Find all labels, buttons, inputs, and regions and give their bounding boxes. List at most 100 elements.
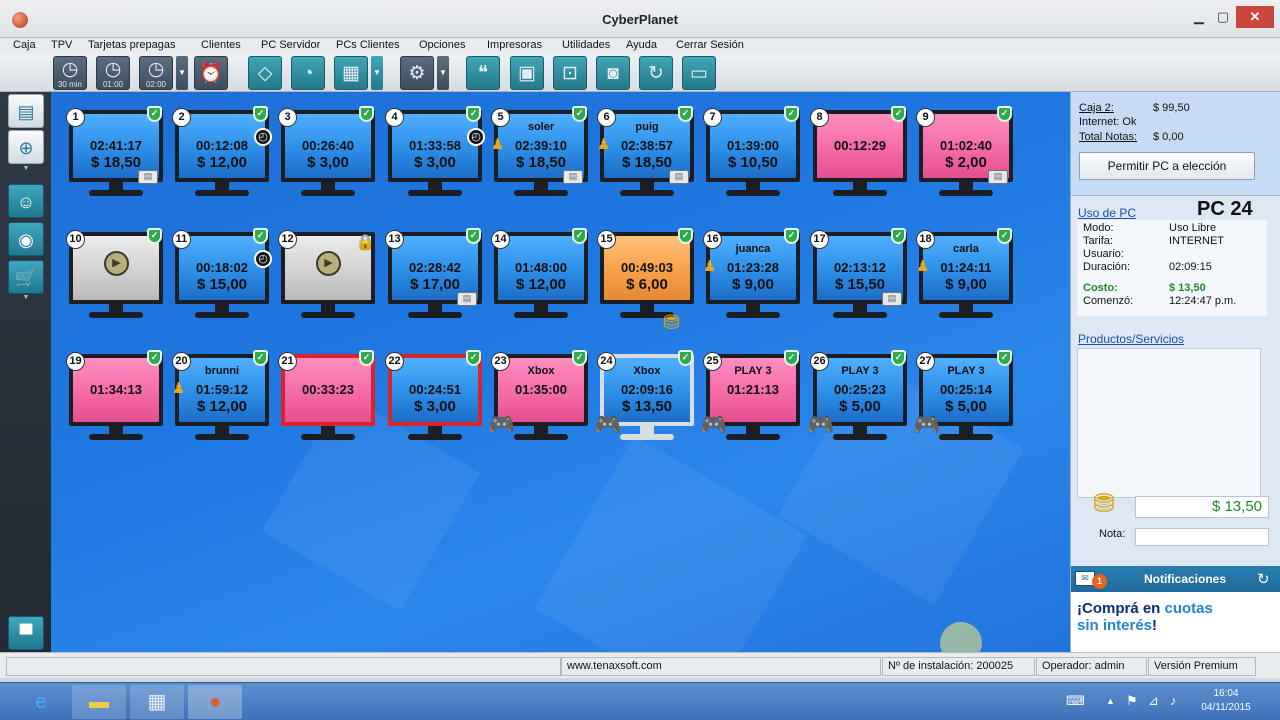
add-2h-button[interactable]: ◷ 02:00	[139, 56, 173, 90]
cart-button[interactable]: 🛒	[8, 260, 44, 294]
pc-monitor-8[interactable]: 8 ✓ 00:12:29	[810, 106, 907, 205]
volume-icon[interactable]: ♪	[1170, 693, 1177, 708]
client-button[interactable]: ☺	[8, 184, 44, 218]
pc-monitor-2[interactable]: 2 ✓ 00:12:08 $ 12,00 ◴	[172, 106, 272, 205]
monitor-button[interactable]: ▭	[682, 56, 716, 90]
close-button[interactable]: ✕	[1236, 6, 1274, 28]
expand-arrow-icon[interactable]: ▼	[8, 164, 44, 174]
chat-button[interactable]: ❝	[466, 56, 500, 90]
user-button[interactable]: ◉	[8, 222, 44, 256]
menu-cerrar-sesion[interactable]: Cerrar Sesión	[676, 39, 744, 51]
pc-monitor-6[interactable]: 6 ✓ puig 02:38:57 $ 18,50 ▤ ♟	[597, 106, 694, 205]
menu-pc-servidor[interactable]: PC Servidor	[261, 39, 320, 51]
menu-impresoras[interactable]: Impresoras	[487, 39, 542, 51]
pc-monitor-10[interactable]: 10 ✓ ▶	[66, 228, 163, 327]
pc-cost: $ 6,00	[626, 276, 668, 293]
pc-monitor-14[interactable]: 14 ✓ 01:48:00 $ 12,00	[491, 228, 588, 327]
expand-arrow-icon[interactable]: ▼	[8, 293, 44, 303]
pc-monitor-21[interactable]: 21 ✓ 00:33:23	[278, 350, 375, 449]
pc-monitor-23[interactable]: 23 ✓ Xbox 01:35:00 🎮	[488, 350, 588, 449]
pc-monitor-26[interactable]: 26 ✓ PLAY 3 00:25:23 $ 5,00 🎮	[807, 350, 907, 449]
pc-monitor-3[interactable]: 3 ✓ 00:26:40 $ 3,00	[278, 106, 375, 205]
network-app-icon[interactable]: ▦	[130, 685, 184, 719]
gamepad-icon: 🎮	[913, 412, 941, 437]
play-icon[interactable]: ▶	[104, 251, 129, 276]
pc-monitor-5[interactable]: 5 ✓ soler 02:39:10 $ 18,50 ▤ ♟	[491, 106, 588, 205]
caja-link[interactable]: Caja 2:	[1079, 102, 1114, 114]
pc-monitor-17[interactable]: 17 ✓ 02:13:12 $ 15,50 ▤	[810, 228, 907, 327]
menu-opciones[interactable]: Opciones	[419, 39, 465, 51]
nota-input[interactable]	[1135, 528, 1269, 546]
ticket-button[interactable]: ◇	[248, 56, 282, 90]
pc-monitor-16[interactable]: 16 ✓ juanca 01:23:28 $ 9,00 ♟	[703, 228, 800, 327]
restart-pc-button[interactable]: ↻	[639, 56, 673, 90]
pc-monitor-20[interactable]: 20 ✓ brunni 01:59:12 $ 12,00 ♟	[172, 350, 269, 449]
settings-dropdown-button[interactable]: ▼	[437, 56, 449, 90]
menu-utilidades[interactable]: Utilidades	[562, 39, 610, 51]
action-center-flag-icon[interactable]: ⚑	[1126, 693, 1138, 709]
pc-monitor-9[interactable]: 9 ✓ 01:02:40 $ 2,00 ▤	[916, 106, 1013, 205]
calculator-dropdown-button[interactable]: ▼	[371, 56, 383, 90]
total-notas-link[interactable]: Total Notas:	[1079, 131, 1137, 143]
taskbar-clock[interactable]: 16:04 04/11/2015	[1196, 687, 1256, 715]
statistics-button[interactable]: ◔	[291, 56, 325, 90]
add-product-button[interactable]: ⊕	[8, 130, 44, 164]
pc-monitor-11[interactable]: 11 ✓ 00:18:02 $ 15,00 ◴	[172, 228, 272, 327]
pc-cost: $ 3,00	[414, 398, 456, 415]
file-explorer-icon[interactable]: ▬	[72, 685, 126, 719]
alarm-button[interactable]: ⏰	[194, 56, 228, 90]
pc-monitor-13[interactable]: 13 ✓ 02:28:42 $ 17,00 ▤	[385, 228, 482, 327]
pc-monitor-12[interactable]: 12 🔒 ▶	[278, 230, 375, 327]
pc-monitor-19[interactable]: 19 ✓ 01:34:13	[66, 350, 163, 449]
menu-pcs-clientes[interactable]: PCs Clientes	[336, 39, 400, 51]
pc-monitor-18[interactable]: 18 ✓ carla 01:24:11 $ 9,00 ♟	[916, 228, 1013, 327]
menu-clientes[interactable]: Clientes	[201, 39, 241, 51]
add-1h-button[interactable]: ◷ 01:00	[96, 56, 130, 90]
refresh-icon[interactable]: ↻	[1257, 570, 1270, 588]
notifications-bar[interactable]: ✉ 1 Notificaciones ↻	[1071, 566, 1280, 592]
promo-text: !	[1152, 617, 1158, 634]
pc-monitor-15[interactable]: 15 ✓ 00:49:03 $ 6,00 ⛃	[597, 228, 694, 334]
productos-servicios-link[interactable]: Productos/Servicios	[1078, 332, 1184, 346]
pc-monitor-7[interactable]: 7 ✓ 01:39:00 $ 10,50	[703, 106, 800, 205]
bottle-plus-icon: ⊕	[18, 138, 34, 158]
play-icon[interactable]: ▶	[316, 251, 341, 276]
calculator-button[interactable]: ▦	[334, 56, 368, 90]
capture-screen-button[interactable]: ◙	[596, 56, 630, 90]
menu-ayuda[interactable]: Ayuda	[626, 39, 657, 51]
pc-monitor-24[interactable]: 24 ✓ Xbox 02:09:16 $ 13,50 🎮	[594, 350, 694, 449]
pc-monitor-27[interactable]: 27 ✓ PLAY 3 00:25:14 $ 5,00 🎮	[913, 350, 1013, 449]
monitor-base	[301, 190, 355, 196]
menu-tpv[interactable]: TPV	[51, 39, 72, 51]
status-website[interactable]: www.tenaxsoft.com	[561, 657, 881, 676]
pc-monitor-4[interactable]: 4 ✓ 01:33:58 $ 3,00 ◴	[385, 106, 485, 205]
time-dropdown-button[interactable]: ▼	[176, 56, 188, 90]
monitor-base	[408, 312, 462, 318]
pc-monitor-22[interactable]: 22 ✓ 00:24:51 $ 3,00	[385, 350, 482, 449]
timer-clock-icon: ◴	[254, 128, 272, 146]
pc-time: 01:02:40	[939, 138, 993, 153]
menu-tarjetas-prepagas[interactable]: Tarjetas prepagas	[88, 39, 175, 51]
pie-chart-icon: ◔	[302, 63, 314, 84]
pc-monitor-25[interactable]: 25 ✓ PLAY 3 01:21:13 🎮	[700, 350, 800, 449]
keyboard-icon[interactable]: ⌨	[1066, 693, 1085, 709]
menu-caja[interactable]: Caja	[13, 39, 36, 51]
cyberplanet-taskbar-icon[interactable]: ●	[188, 685, 242, 719]
add-30min-button[interactable]: ◷ 30 min	[53, 56, 87, 90]
view-screen-button[interactable]: ⊡	[553, 56, 587, 90]
maximize-button[interactable]: ▢	[1210, 6, 1236, 28]
internet-explorer-icon[interactable]: e	[14, 685, 68, 719]
minimize-button[interactable]: ▁	[1186, 6, 1212, 28]
uso-de-pc-link[interactable]: Uso de PC	[1078, 206, 1136, 220]
paint-roller-button[interactable]: ▀	[8, 616, 44, 650]
promo-banner[interactable]: ¡Comprá en cuotas sin interés!	[1071, 592, 1280, 652]
monitor-base	[939, 190, 993, 196]
tray-expand-icon[interactable]: ▲	[1106, 696, 1115, 706]
cash-register-button[interactable]: ▤	[8, 94, 44, 128]
permit-pc-button[interactable]: Permitir PC a elección	[1079, 152, 1255, 180]
pc-monitor-1[interactable]: 1 ✓ 02:41:17 $ 18,50 ▤	[66, 106, 163, 205]
screens-button[interactable]: ▣	[510, 56, 544, 90]
settings-button[interactable]: ⚙	[400, 56, 434, 90]
monitor-base	[408, 190, 462, 196]
network-icon[interactable]: ⊿	[1148, 693, 1159, 709]
